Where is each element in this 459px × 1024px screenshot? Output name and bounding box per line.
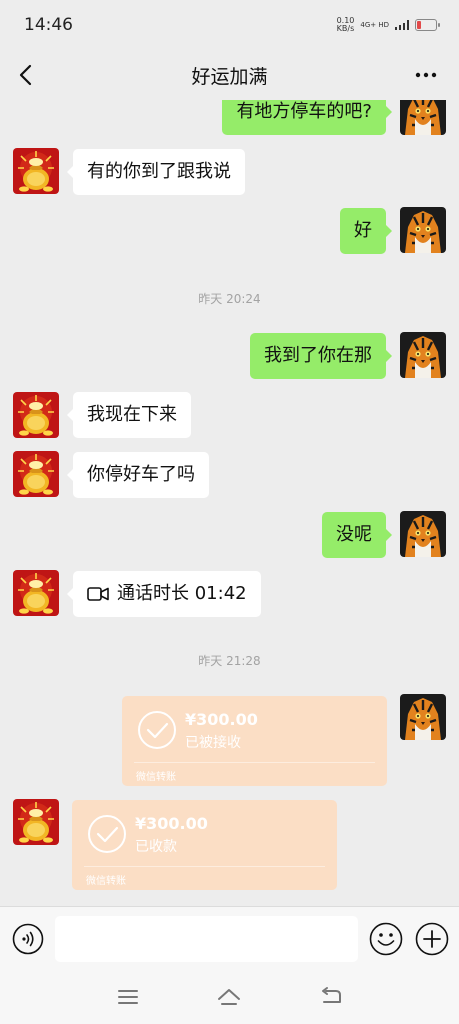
network-speed: 0.10 KB/s xyxy=(337,17,355,33)
message-text: 有地方停车的吧? xyxy=(236,101,372,122)
message-timestamp: 昨天 21:28 xyxy=(198,654,261,668)
my-avatar[interactable] xyxy=(400,100,446,135)
transfer-divider xyxy=(84,866,325,867)
voice-icon[interactable] xyxy=(12,923,44,955)
my-avatar[interactable] xyxy=(400,332,446,378)
chat-message-list[interactable]: 有地方停车的吧? 有的你到了跟我说 好 昨天 20:24 我到了你在那 我现在下… xyxy=(0,100,459,906)
emoji-icon[interactable] xyxy=(369,922,403,956)
chat-header: 好运加满 xyxy=(0,50,459,100)
more-options-icon[interactable] xyxy=(413,62,439,88)
contact-avatar[interactable] xyxy=(13,799,59,845)
signal-icon xyxy=(395,20,409,30)
contact-avatar[interactable] xyxy=(13,570,59,616)
status-bar: 14:46 0.10 KB/s 4G+ HD xyxy=(0,0,459,50)
message-bubble-incoming[interactable]: 我现在下来 xyxy=(67,392,191,438)
call-duration-text: 通话时长 01:42 xyxy=(117,583,247,604)
message-text: 我到了你在那 xyxy=(264,345,372,366)
status-time: 14:46 xyxy=(24,15,73,35)
transfer-divider xyxy=(134,762,375,763)
transfer-status: 已收款 xyxy=(135,839,177,855)
network-speed-unit: KB/s xyxy=(336,24,355,33)
transfer-amount: ¥300.00 xyxy=(185,710,258,729)
chat-title: 好运加满 xyxy=(191,66,268,88)
message-bubble-outgoing[interactable]: 好 xyxy=(340,208,392,254)
contact-avatar[interactable] xyxy=(13,451,59,497)
call-record-bubble[interactable]: 通话时长 01:42 xyxy=(67,571,261,617)
back-icon[interactable] xyxy=(318,984,344,1010)
message-bubble-incoming[interactable]: 有的你到了跟我说 xyxy=(67,149,245,195)
plus-icon[interactable] xyxy=(415,922,449,956)
status-indicators: 0.10 KB/s 4G+ HD xyxy=(337,17,440,33)
message-bubble-outgoing[interactable]: 有地方停车的吧? xyxy=(222,100,392,135)
network-type: 4G+ HD xyxy=(360,21,389,29)
transfer-status: 已被接收 xyxy=(185,735,241,751)
message-input-bar xyxy=(0,906,459,971)
my-avatar[interactable] xyxy=(400,207,446,253)
my-avatar[interactable] xyxy=(400,511,446,557)
contact-avatar[interactable] xyxy=(13,148,59,194)
battery-icon xyxy=(415,19,440,31)
home-icon[interactable] xyxy=(216,984,242,1010)
checkmark-circle-icon xyxy=(138,711,176,749)
menu-icon[interactable] xyxy=(115,984,141,1010)
message-text: 好 xyxy=(354,220,372,241)
video-camera-icon xyxy=(87,587,109,601)
transfer-card-incoming[interactable]: ¥300.00 已收款 微信转账 xyxy=(72,800,337,890)
my-avatar[interactable] xyxy=(400,694,446,740)
message-bubble-outgoing[interactable]: 我到了你在那 xyxy=(250,333,392,379)
message-input[interactable] xyxy=(55,916,358,962)
transfer-label: 微信转账 xyxy=(86,876,126,887)
message-text: 你停好车了吗 xyxy=(87,464,195,485)
checkmark-circle-icon xyxy=(88,815,126,853)
system-navigation-bar xyxy=(0,970,459,1024)
message-text: 没呢 xyxy=(336,524,372,545)
message-timestamp: 昨天 20:24 xyxy=(198,292,261,306)
transfer-label: 微信转账 xyxy=(136,772,176,783)
transfer-amount: ¥300.00 xyxy=(135,814,208,833)
transfer-card-outgoing[interactable]: ¥300.00 已被接收 微信转账 xyxy=(122,696,387,786)
message-text: 有的你到了跟我说 xyxy=(87,161,231,182)
message-bubble-outgoing[interactable]: 没呢 xyxy=(322,512,392,558)
contact-avatar[interactable] xyxy=(13,392,59,438)
message-text: 我现在下来 xyxy=(87,404,177,425)
message-bubble-incoming[interactable]: 你停好车了吗 xyxy=(67,452,209,498)
